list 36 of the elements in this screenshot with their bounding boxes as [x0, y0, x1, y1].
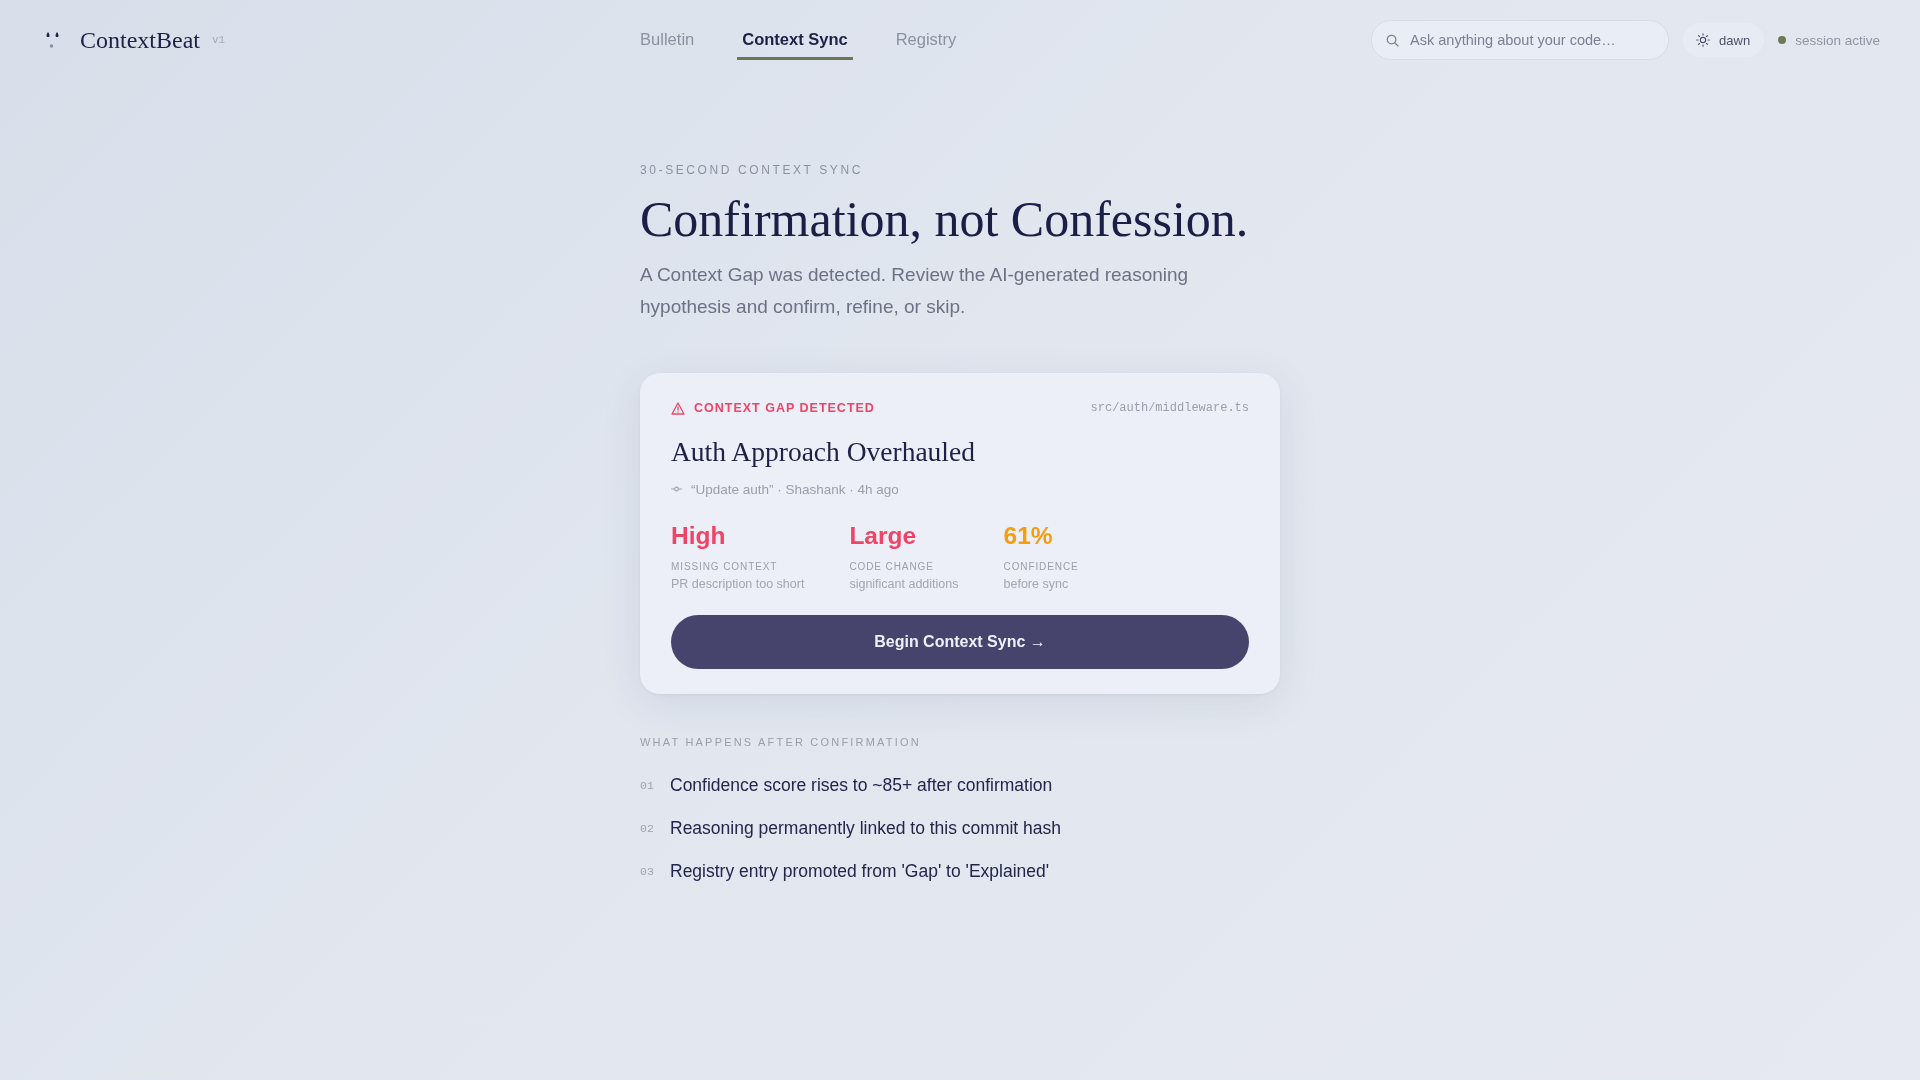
version-label: v1 — [212, 34, 226, 46]
metric-value: Large — [849, 521, 918, 551]
page-title: Confirmation, not Confession. — [640, 191, 1250, 247]
file-path: src/auth/middleware.ts — [1090, 401, 1249, 415]
metric-value: High — [671, 521, 727, 551]
metric-label: CONFIDENCE — [1003, 560, 1079, 574]
sun-icon — [1696, 33, 1711, 47]
commit-icon — [671, 486, 682, 492]
dots-logo-icon — [45, 31, 61, 49]
begin-sync-button[interactable]: Begin Context Sync → — [671, 615, 1249, 669]
metric-note: PR description too short — [671, 576, 805, 592]
nav-tab[interactable]: Context Sync — [737, 20, 853, 60]
step-number: 02 — [640, 821, 655, 835]
warning-icon — [671, 401, 685, 415]
metric-note: before sync — [1003, 576, 1070, 592]
metric-label: CODE CHANGE — [849, 560, 935, 574]
metric-value: 61% — [1003, 521, 1054, 551]
step-text: Confidence score rises to ~85+ after confirmation — [670, 774, 1053, 796]
search-field[interactable]: Ask anything about your code… — [1371, 20, 1670, 60]
commit-meta: “Update auth” · Shashank · 4h ago — [691, 481, 899, 497]
step-text: Reasoning permanently linked to this commit hash — [670, 817, 1062, 839]
brand-name: ContextBeat — [80, 26, 200, 54]
session-status: session active — [1795, 32, 1880, 48]
section-heading: WHAT HAPPENS AFTER CONFIRMATION — [640, 735, 922, 749]
theme-button[interactable]: dawn — [1683, 23, 1765, 57]
step-number: 01 — [640, 778, 655, 792]
alert-label: CONTEXT GAP DETECTED — [694, 401, 875, 415]
page-subtitle: A Context Gap was detected. Review the AI-generated reasoning hypothesis and confirm, refine, or skip. — [640, 263, 1190, 319]
step-number: 03 — [640, 864, 655, 878]
step-text: Registry entry promoted from 'Gap' to 'Explained' — [670, 860, 1050, 882]
search-icon — [1386, 34, 1400, 47]
metric-note: significant additions — [849, 576, 959, 592]
eyebrow-label: 30-SECOND CONTEXT SYNC — [640, 163, 864, 177]
status-dot-icon — [1778, 36, 1787, 44]
card-title: Auth Approach Overhauled — [671, 435, 976, 469]
metric-label: MISSING CONTEXT — [671, 560, 779, 574]
